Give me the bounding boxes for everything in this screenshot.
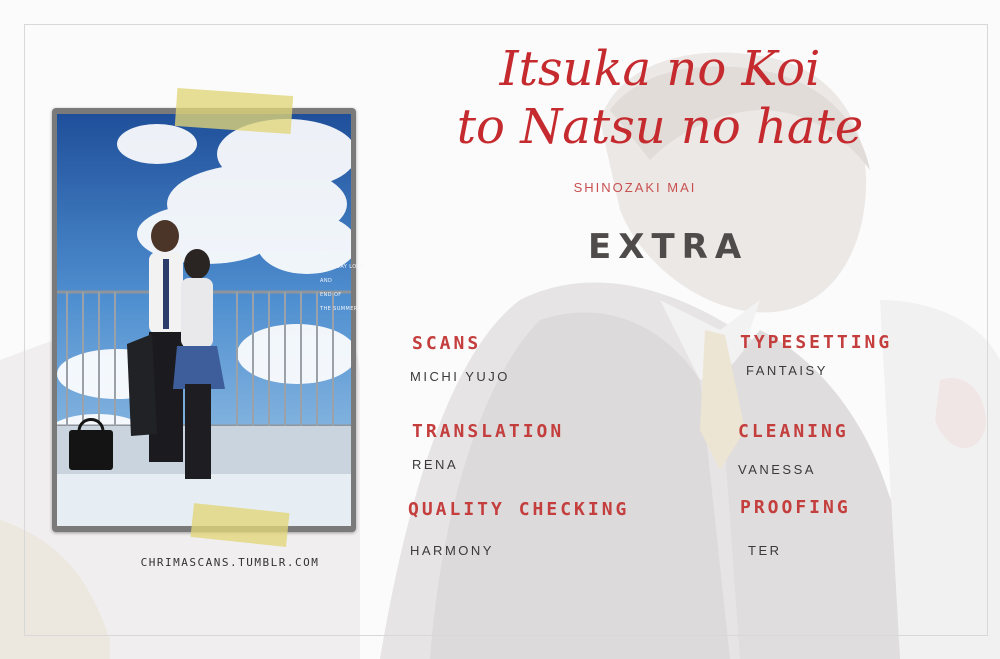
title-line-1: Itsuka no Koi <box>499 41 821 97</box>
credit-name-cleaning: VANESSA <box>738 462 816 477</box>
cover-text-line: END OF <box>320 292 342 298</box>
cover-text-line: SOMEDAY LOVE <box>320 264 364 270</box>
credit-role-typesetting: TYPESETTING <box>740 332 893 353</box>
cover-illustration <box>57 114 351 526</box>
cover-text-line: AND <box>320 278 333 284</box>
credit-name-scans: MICHI YUJO <box>410 369 510 384</box>
author-name: SHINOZAKI MAI <box>573 180 697 195</box>
credit-name-quality-checking: HARMONY <box>410 543 494 558</box>
credit-role-proofing: PROOFING <box>740 497 851 518</box>
manga-title: Itsuka no Koi to Natsu no hate <box>420 40 900 156</box>
credit-role-cleaning: CLEANING <box>738 421 849 442</box>
cover-text: SHI MAI SOMEDAY LOVE AND END OF THE SUMM… <box>320 246 400 316</box>
cover-image: SHI MAI SOMEDAY LOVE AND END OF THE SUMM… <box>52 108 363 532</box>
cover-text-line: THE SUMMER <box>320 306 358 312</box>
site-url: CHRIMASCANS.TUMBLR.COM <box>140 556 320 569</box>
credit-role-quality-checking: QUALITY CHECKING <box>408 499 630 520</box>
credit-name-typesetting: FANTAISY <box>746 363 828 378</box>
credit-role-translation: TRANSLATION <box>412 421 565 442</box>
credit-role-scans: SCANS <box>412 333 482 354</box>
title-line-2: to Natsu no hate <box>456 99 864 155</box>
tape-strip <box>174 88 294 134</box>
credit-name-translation: RENA <box>412 457 459 472</box>
chapter-label: EXTRA <box>588 227 749 267</box>
credit-name-proofing: TER <box>748 543 782 558</box>
cover-text-line: SHI MAI <box>320 250 343 256</box>
